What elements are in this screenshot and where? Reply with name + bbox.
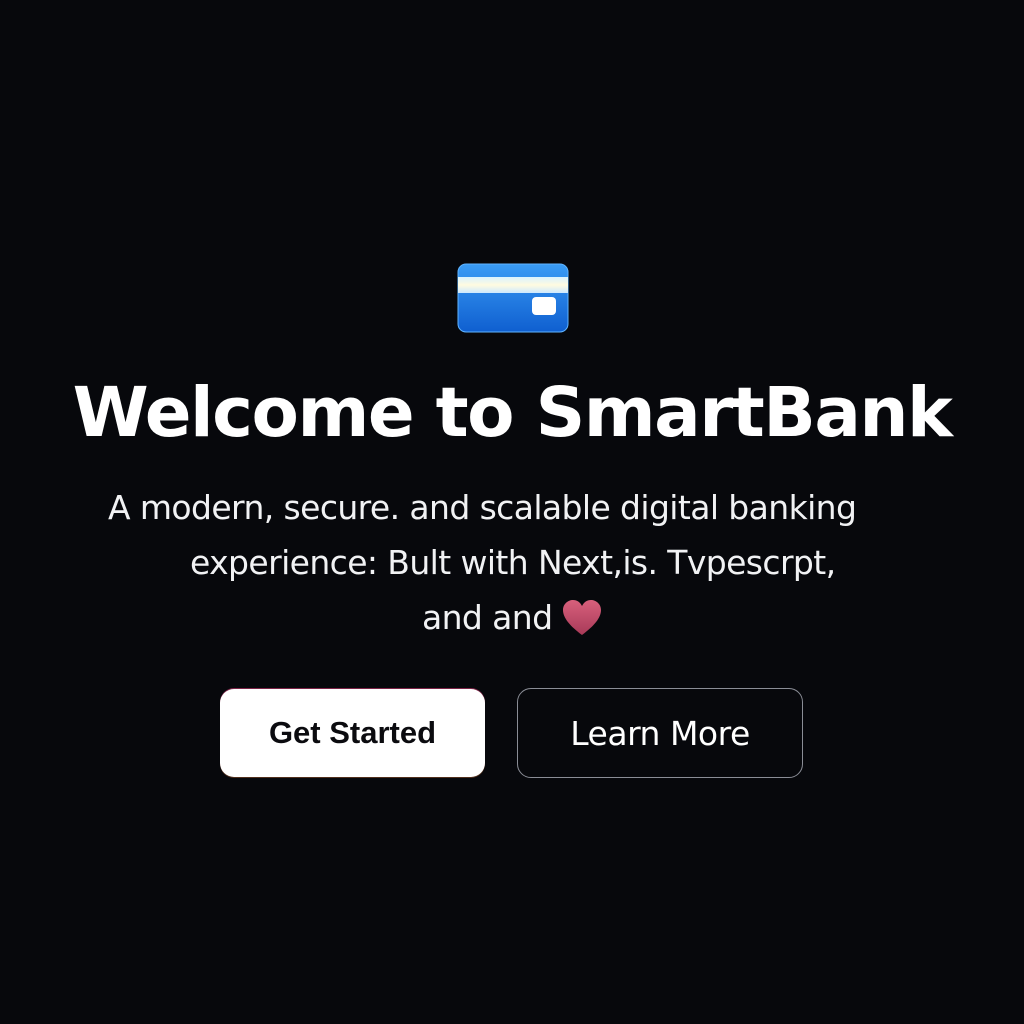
learn-more-label: Learn More bbox=[570, 713, 750, 753]
subtitle-line-3: and and bbox=[422, 596, 602, 640]
subtitle-line-1: A modern, secure. and scalable digital b… bbox=[108, 488, 857, 527]
subtitle-line-2: experience: Bult with Next,is. Tvpescrpt… bbox=[190, 543, 836, 582]
get-started-button[interactable]: Get Started bbox=[220, 689, 485, 777]
hero-section: Welcome to SmartBank A modern, secure. a… bbox=[0, 0, 1024, 1024]
learn-more-button[interactable]: Learn More bbox=[517, 688, 803, 778]
credit-card-icon bbox=[457, 263, 569, 333]
page-title: Welcome to SmartBank bbox=[72, 373, 953, 453]
get-started-label: Get Started bbox=[268, 715, 437, 750]
heart-icon bbox=[562, 599, 602, 637]
subtitle-line-3-text: and and bbox=[422, 598, 553, 637]
